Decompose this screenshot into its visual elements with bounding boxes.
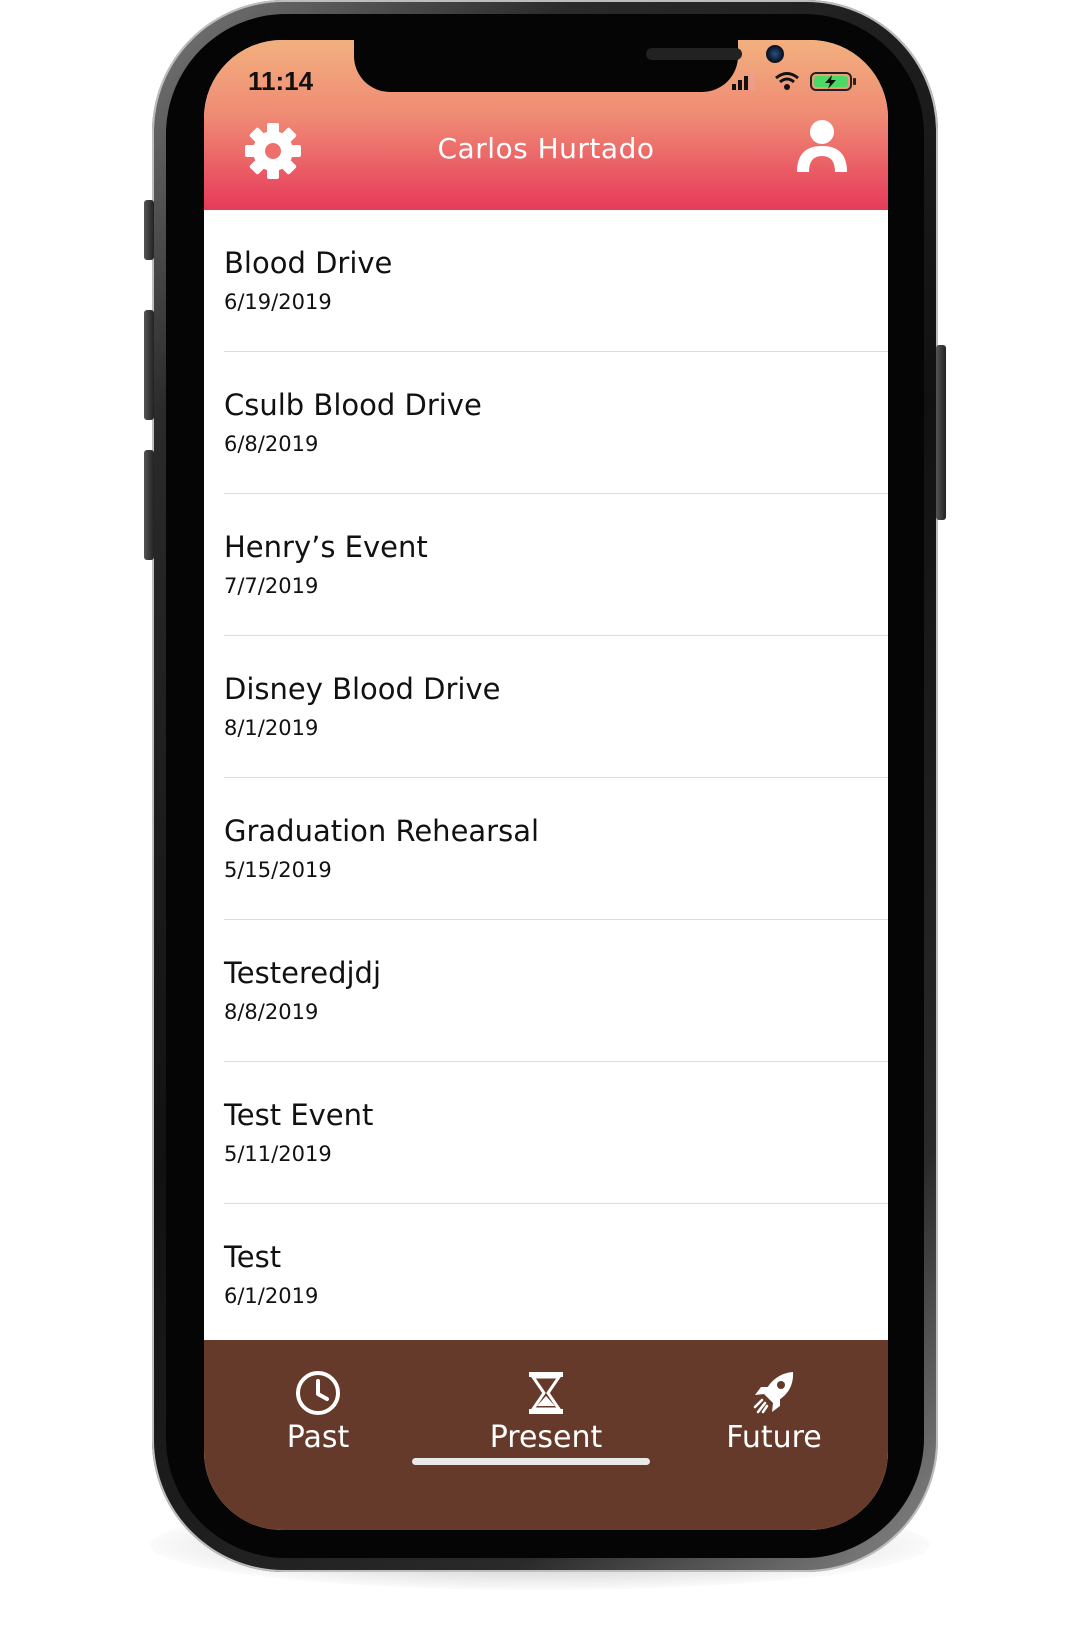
rocket-icon bbox=[753, 1372, 794, 1414]
front-camera bbox=[766, 45, 784, 63]
list-item[interactable]: Disney Blood Drive 8/1/2019 bbox=[204, 636, 888, 778]
hourglass-icon bbox=[529, 1372, 563, 1414]
event-list: Blood Drive 6/19/2019 Csulb Blood Drive … bbox=[204, 210, 888, 1346]
volume-up-button bbox=[144, 310, 154, 420]
event-date: 5/11/2019 bbox=[224, 1142, 332, 1166]
tab-future[interactable]: Future bbox=[660, 1340, 888, 1470]
list-item[interactable]: Csulb Blood Drive 6/8/2019 bbox=[204, 352, 888, 494]
event-name: Henry’s Event bbox=[224, 530, 428, 564]
notch bbox=[354, 40, 784, 92]
event-date: 6/1/2019 bbox=[224, 1284, 319, 1308]
event-date: 6/8/2019 bbox=[224, 432, 319, 456]
battery-icon bbox=[810, 72, 856, 91]
power-button bbox=[936, 345, 946, 520]
status-icons bbox=[732, 70, 860, 92]
person-icon bbox=[797, 120, 847, 172]
device-mockup: 11:14 Carlos Hurtado Blood Drive 6/19/20… bbox=[0, 0, 1076, 1628]
tab-label: Past bbox=[286, 1420, 350, 1455]
event-name: Disney Blood Drive bbox=[224, 672, 501, 706]
tab-label: Present bbox=[489, 1420, 603, 1455]
event-date: 8/8/2019 bbox=[224, 1000, 319, 1024]
volume-down-button bbox=[144, 450, 154, 560]
event-name: Graduation Rehearsal bbox=[224, 814, 540, 848]
speaker-grille bbox=[646, 48, 742, 60]
list-item[interactable]: Testeredjdj 8/8/2019 bbox=[204, 920, 888, 1062]
event-name: Csulb Blood Drive bbox=[224, 388, 482, 422]
event-name: Test bbox=[224, 1240, 282, 1274]
event-date: 6/19/2019 bbox=[224, 290, 332, 314]
page-title: Carlos Hurtado bbox=[437, 132, 655, 165]
app-screen: 11:14 Carlos Hurtado Blood Drive 6/19/20… bbox=[204, 40, 888, 1530]
home-indicator[interactable] bbox=[412, 1458, 650, 1465]
profile-button[interactable] bbox=[794, 118, 850, 176]
event-name: Blood Drive bbox=[224, 246, 393, 280]
list-item[interactable]: Test Event 5/11/2019 bbox=[204, 1062, 888, 1204]
silent-switch bbox=[144, 200, 154, 260]
tab-present[interactable]: Present bbox=[432, 1340, 660, 1470]
app-header: 11:14 Carlos Hurtado bbox=[204, 40, 888, 210]
status-time: 11:14 bbox=[248, 66, 314, 96]
event-name: Test Event bbox=[224, 1098, 374, 1132]
list-item[interactable]: Henry’s Event 7/7/2019 bbox=[204, 494, 888, 636]
clock-icon bbox=[296, 1371, 340, 1415]
event-name: Testeredjdj bbox=[224, 956, 382, 990]
event-date: 8/1/2019 bbox=[224, 716, 319, 740]
wifi-icon bbox=[775, 72, 799, 90]
list-item[interactable]: Graduation Rehearsal 5/15/2019 bbox=[204, 778, 888, 920]
tab-bar: Past Present Future bbox=[204, 1340, 888, 1530]
signal-icon bbox=[732, 72, 754, 90]
event-date: 5/15/2019 bbox=[224, 858, 332, 882]
tab-label: Future bbox=[726, 1420, 822, 1455]
event-date: 7/7/2019 bbox=[224, 574, 319, 598]
tab-past[interactable]: Past bbox=[204, 1340, 432, 1470]
list-item[interactable]: Test 6/1/2019 bbox=[204, 1204, 888, 1346]
list-item[interactable]: Blood Drive 6/19/2019 bbox=[204, 210, 888, 352]
